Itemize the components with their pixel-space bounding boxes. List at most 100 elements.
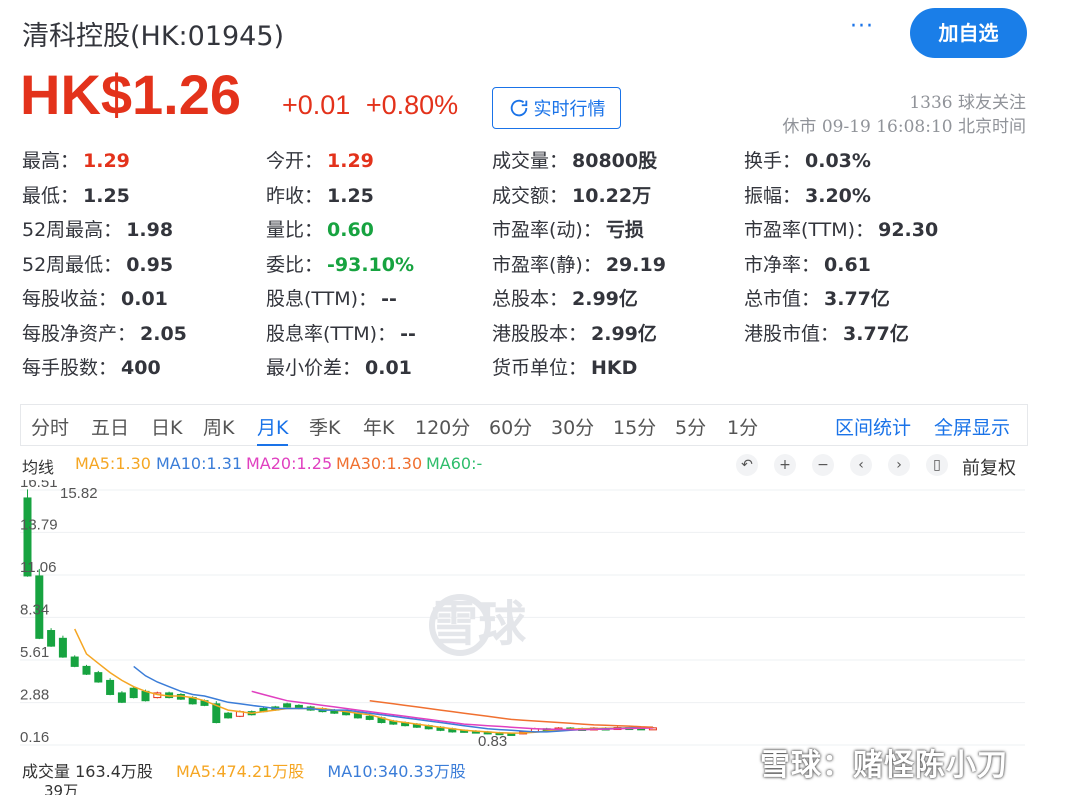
quote-label: 每股净资产： [22,322,137,345]
candle-icon[interactable]: ▯ [926,454,948,476]
candle [94,672,103,683]
quote-value: 0.01 [121,288,168,310]
quote-item: 每手股数： 400 [22,353,161,380]
ma-item: MA60:- [426,454,483,473]
candle [106,679,115,695]
zoom-in-icon[interactable]: + [774,454,796,476]
tab-7[interactable]: 120分 [415,413,470,440]
y-tick-label: 11.06 [20,559,56,576]
quote-value: -93.10% [327,253,415,276]
quote-label: 市盈率(动)： [492,219,602,241]
quote-label: 52周最低： [22,253,123,276]
quote-value: 80800股 [572,150,658,172]
quote-item: 振幅： 3.20% [744,181,871,208]
quote-item: 最低： 1.25 [22,181,130,208]
quote-item: 港股市值： 3.77亿 [744,319,909,346]
quote-label: 货币单位： [492,357,588,379]
candle [365,715,374,720]
quote-label: 昨收： [266,184,324,207]
quote-value: 2.99亿 [572,288,638,310]
stock-title: 清科控股(HK:01945) [22,21,285,52]
quote-item: 市盈率(TTM)： 92.30 [744,215,938,242]
volume-label: 成交量 163.4万股 [22,762,153,781]
tab-8[interactable]: 60分 [489,413,532,440]
candle [70,656,79,667]
ma-label: 均线 [22,458,55,477]
quote-item: 每股净资产： 2.05 [22,319,187,346]
quote-item: 成交额： 10.22万 [492,181,651,208]
zoom-out-icon[interactable]: − [812,454,834,476]
quote-item: 量比： 0.60 [266,215,374,242]
current-price: HK$1.26 [20,63,242,126]
tab-2[interactable]: 日K [151,413,182,440]
candle [141,690,150,702]
undo-icon[interactable]: ↶ [736,454,758,476]
chart-tabs: 分时 五日 日K 周K 月K 季K 年K 120分 60分 30分 15分 5分 1分 区间统计 全屏显示 [20,404,1028,446]
quote-item: 港股股本： 2.99亿 [492,319,657,346]
tab-10[interactable]: 15分 [613,413,656,440]
quote-item: 市盈率(静)： 29.19 [492,250,666,277]
ma-item: MA30:1.30 [336,454,423,473]
quote-label: 最低： [22,184,80,207]
quote-item: 每股收益： 0.01 [22,284,168,311]
quote-item: 股息率(TTM)： -- [266,319,416,346]
candle [58,637,67,658]
tab-12[interactable]: 1分 [727,413,758,440]
realtime-quote-label: 实时行情 [533,99,606,120]
quote-label: 最高： [22,150,80,172]
quote-label: 股息(TTM)： [266,288,378,310]
quote-label: 港股市值： [744,322,840,345]
quote-label: 换手： [744,150,802,172]
quote-item: 最高： 1.29 [22,146,130,173]
volume-ma10: MA10:340.33万股 [327,762,466,781]
quote-item: 委比： -93.10% [266,250,414,277]
quote-value: 0.60 [327,219,374,241]
ma-legend: 均线 MA5:1.30 MA10:1.31 MA20:1.25 MA30:1.30 MA6… [22,454,1028,478]
quote-value: 0.03% [805,150,871,172]
change-amount: +0.01 [282,90,351,120]
quote-label: 总股本： [492,288,569,310]
add-watchlist-button[interactable]: 加自选 [910,8,1027,58]
range-stats-link[interactable]: 区间统计 [835,413,911,440]
quote-item: 52周最高： 1.98 [22,215,173,242]
quote-label: 成交量： [492,150,569,172]
tab-1[interactable]: 五日 [91,413,129,440]
volume-legend: 成交量 163.4万股 MA5:474.21万股 MA10:340.33万股 [22,758,484,782]
tab-11[interactable]: 5分 [675,413,706,440]
prev-icon[interactable]: ‹ [850,454,872,476]
quote-value: HKD [591,357,638,379]
tab-4[interactable]: 月K [257,413,289,446]
quote-label: 今开： [266,150,324,172]
tab-3[interactable]: 周K [203,413,234,440]
realtime-quote-button[interactable]: 实时行情 [492,87,621,129]
quote-value: 3.77亿 [824,288,890,310]
tab-0[interactable]: 分时 [31,413,69,440]
quote-label: 港股股本： [492,322,588,345]
price-change: +0.01 +0.80% [282,90,458,121]
tab-9[interactable]: 30分 [551,413,594,440]
fullscreen-link[interactable]: 全屏显示 [934,413,1010,440]
y-tick-label: 0.16 [20,729,49,746]
quote-value: 400 [121,357,161,379]
candle [129,687,138,699]
quote-item: 今开： 1.29 [266,146,374,173]
kline-chart[interactable]: 雪球16.5113.7911.068.345.612.880.1615.820.… [20,480,1030,755]
tab-5[interactable]: 季K [309,413,340,440]
ma-item: MA5:1.30 [75,454,151,473]
volume-axis-label: 39万 [44,782,79,795]
follower-count: 1336 球友关注 [909,93,1026,113]
y-tick-label: 16.51 [20,480,58,491]
quote-value: 1.29 [83,150,130,172]
quote-label: 市盈率(TTM)： [744,219,875,241]
candle [283,703,292,708]
quote-label: 最小价差： [266,357,362,379]
tab-6[interactable]: 年K [363,413,394,440]
quote-item: 总市值： 3.77亿 [744,284,890,311]
quote-value: 1.29 [327,150,374,172]
next-icon[interactable]: › [888,454,910,476]
adjust-mode-select[interactable]: 前复权 [962,454,1016,480]
ma-line-ma5 [74,628,653,734]
more-menu-icon[interactable]: ··· [850,14,874,39]
quote-label: 量比： [266,219,324,241]
ma-item: MA10:1.31 [156,454,243,473]
